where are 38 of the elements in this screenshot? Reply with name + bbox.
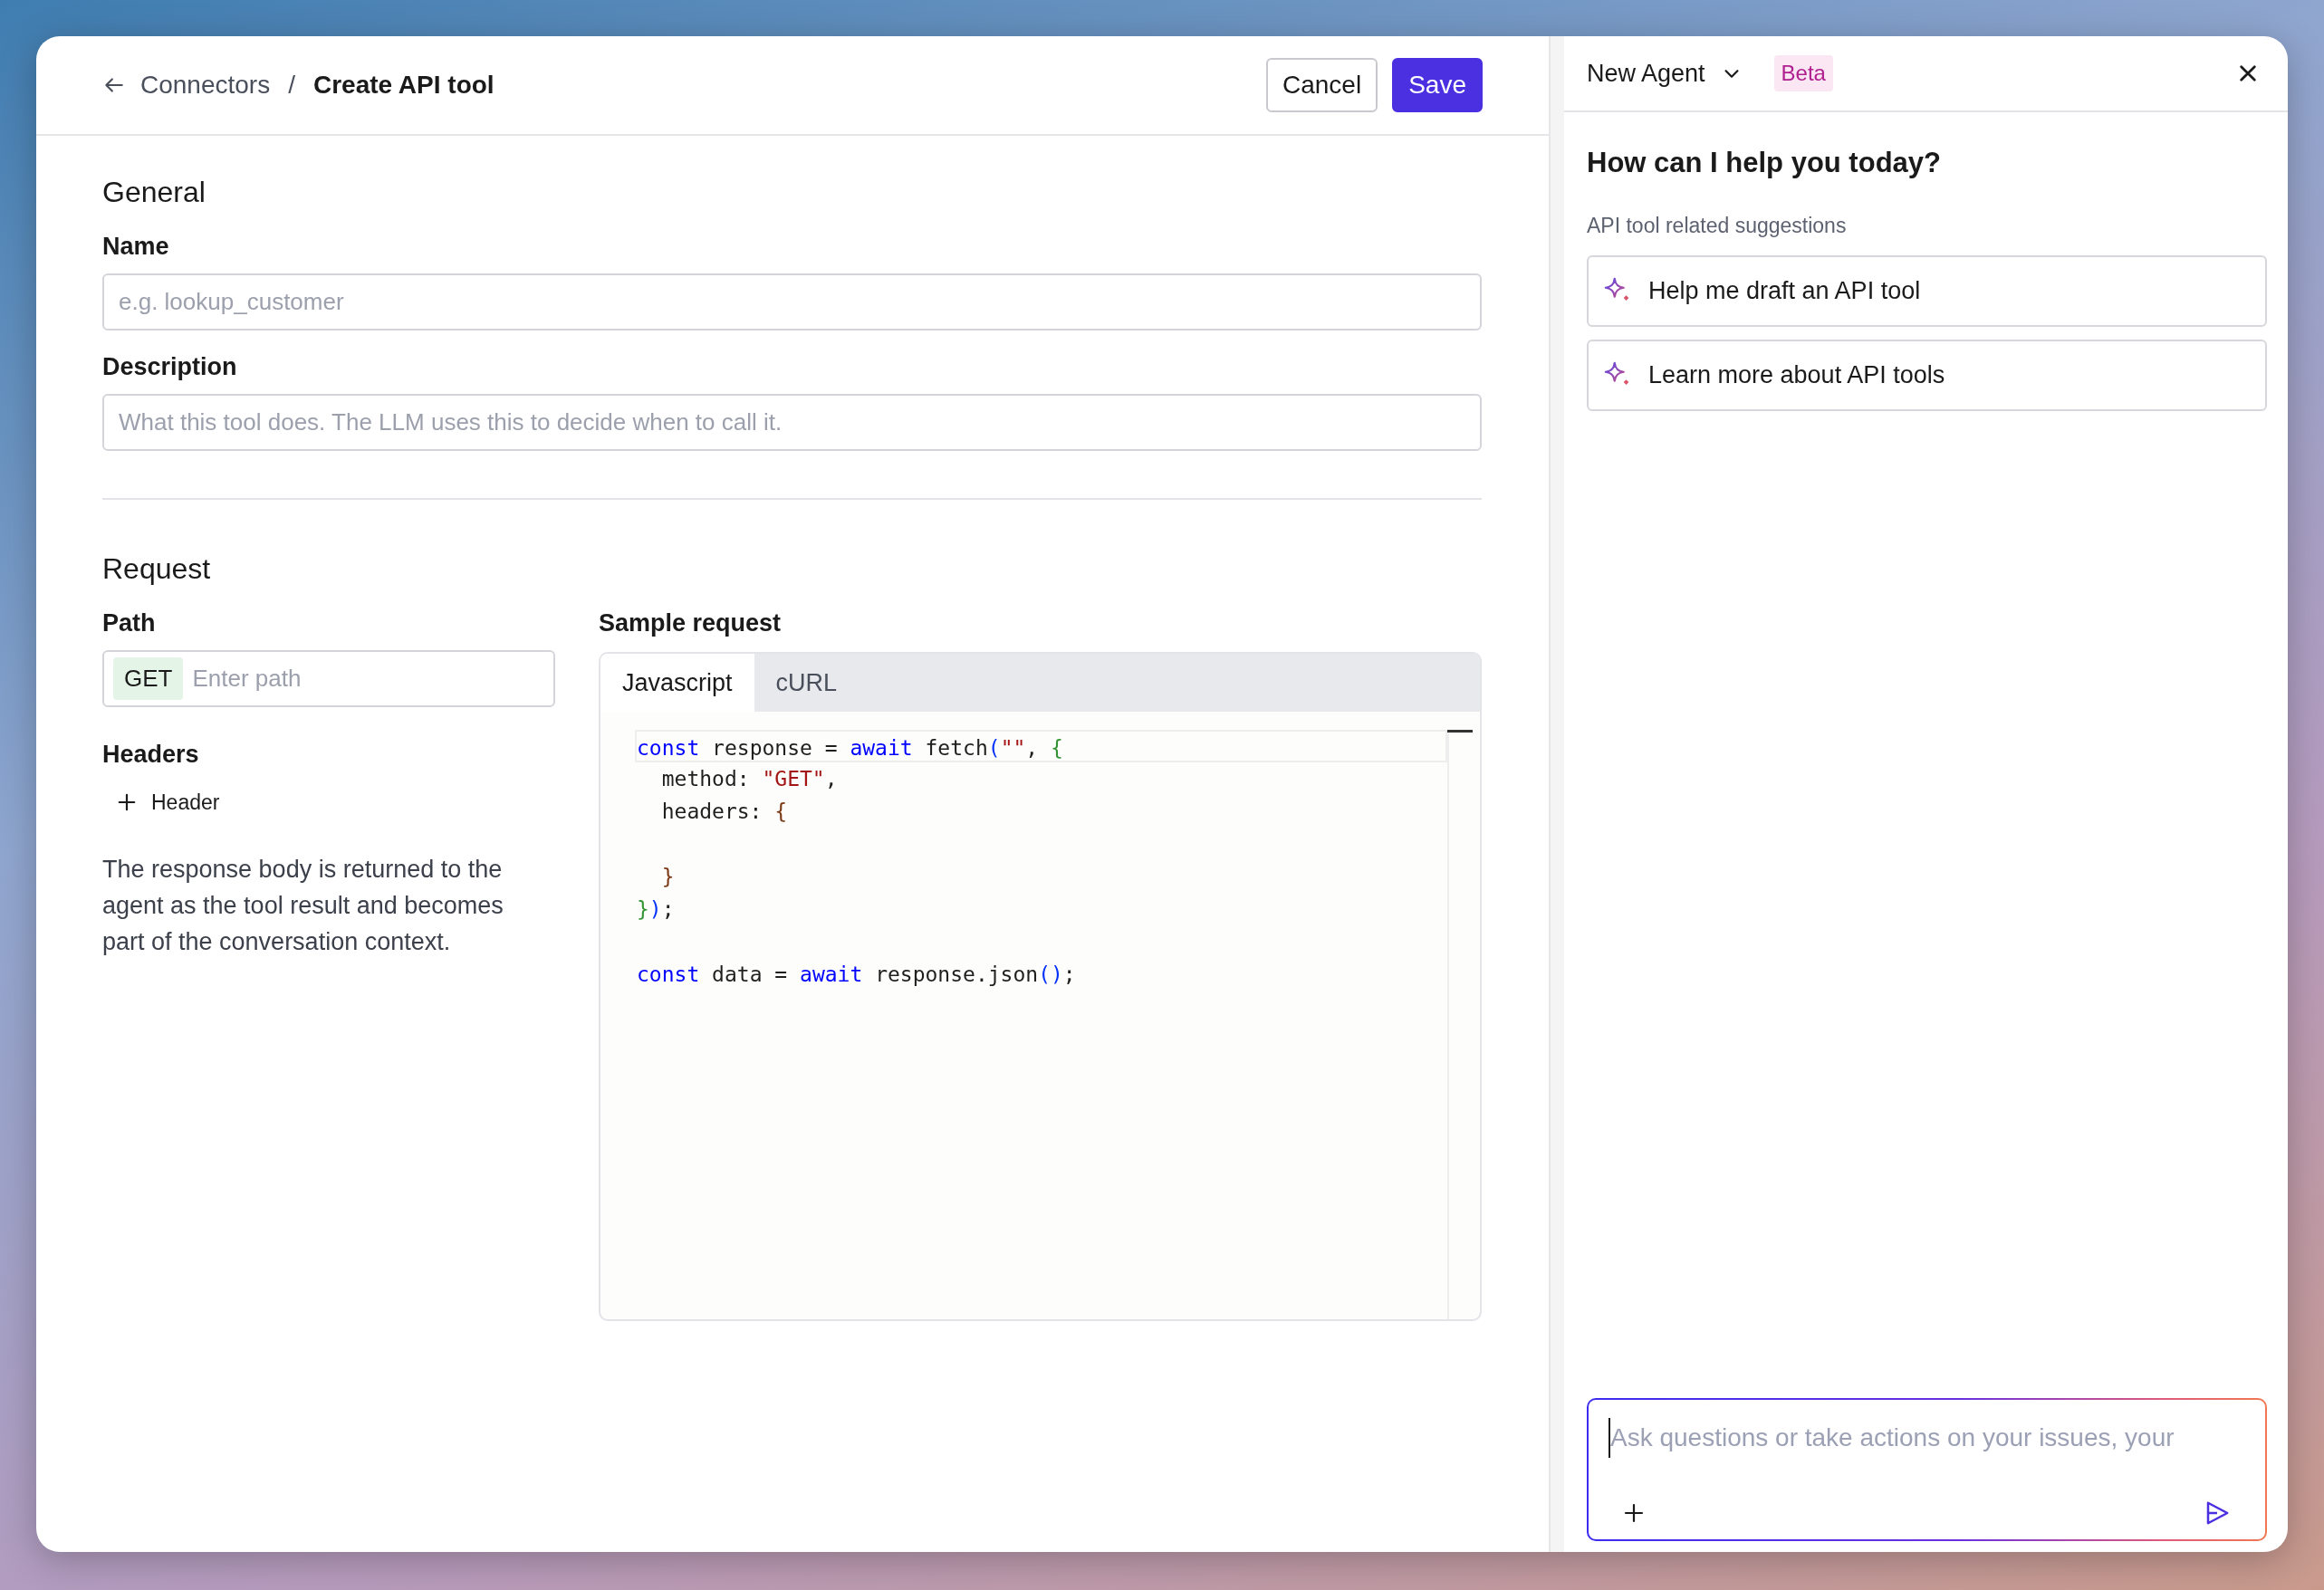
- code-tab[interactable]: cURL: [754, 654, 859, 712]
- cancel-button[interactable]: Cancel: [1266, 58, 1378, 112]
- code-line: }: [660, 864, 676, 890]
- plus-icon: [117, 792, 137, 813]
- beta-badge: Beta: [1773, 55, 1833, 91]
- greeting-heading: How can I help you today?: [1587, 146, 1942, 180]
- suggestion-button[interactable]: Help me draft an API tool: [1587, 255, 2267, 327]
- code-line: });: [637, 896, 676, 923]
- breadcrumb-separator: /: [288, 70, 295, 101]
- response-note: The response body is returned to the agent as the tool result and becomes part of the conversation context.: [102, 854, 504, 957]
- code-tab[interactable]: Javascript: [600, 654, 754, 712]
- field-label: Name: [102, 232, 170, 262]
- scrollbar-marker: [1447, 730, 1473, 733]
- method-badge: GET: [113, 657, 184, 700]
- path-input[interactable]: Enter path: [192, 661, 544, 696]
- add-button[interactable]: [1623, 1502, 1645, 1524]
- code-line: const data = await response.json();: [637, 962, 1077, 988]
- field-label: Description: [102, 352, 238, 382]
- field-label: Sample request: [599, 608, 783, 638]
- agent-selector[interactable]: New Agent: [1587, 54, 1742, 92]
- back-link[interactable]: Connectors: [102, 66, 271, 104]
- page-title: Create API tool: [312, 70, 495, 101]
- chat-input-field[interactable]: Ask questions or take actions on your issues, your: [1609, 1418, 2245, 1458]
- add-header-button[interactable]: Header: [117, 787, 220, 819]
- save-button[interactable]: Save: [1392, 58, 1483, 112]
- suggestions-label: API tool related suggestions: [1587, 213, 1848, 239]
- field-label: Path: [102, 608, 157, 638]
- chat-composer[interactable]: Ask questions or take actions on your issues, your: [1589, 1400, 2265, 1539]
- code-line: method: "GET",: [660, 766, 839, 792]
- code-line: headers: {: [660, 799, 789, 825]
- section-heading: Request: [102, 551, 212, 587]
- suggestion-button[interactable]: Learn more about API tools: [1587, 340, 2267, 411]
- path-field[interactable]: GET Enter path: [102, 650, 555, 707]
- close-button[interactable]: [2238, 63, 2258, 83]
- text-field[interactable]: What this tool does. The LLM uses this to decide when to call it.: [102, 394, 1482, 451]
- field-label: Headers: [102, 740, 200, 770]
- text-field[interactable]: e.g. lookup_customer: [102, 273, 1482, 330]
- section-heading: General: [102, 175, 206, 210]
